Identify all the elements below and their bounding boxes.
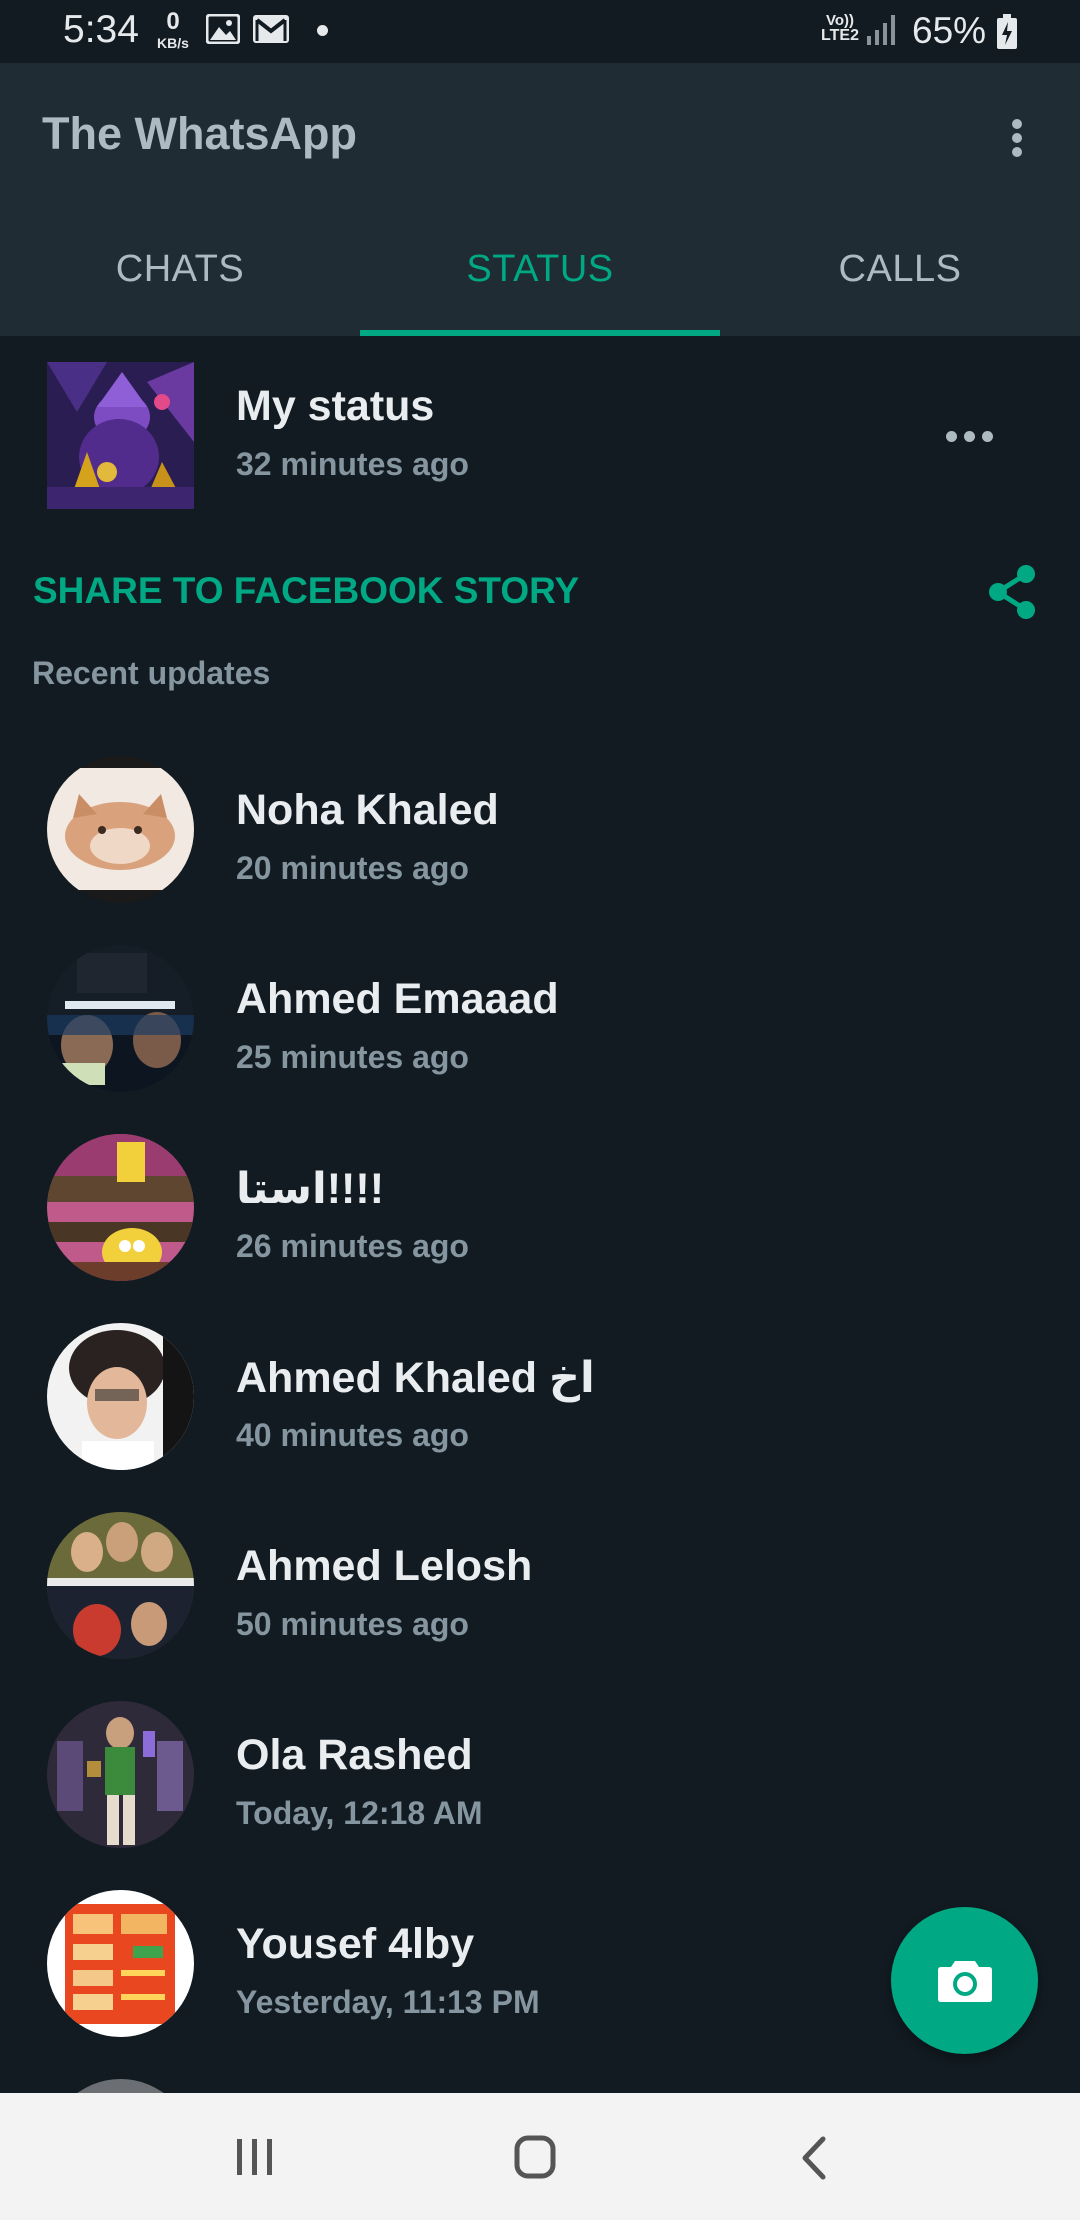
gmail-notification-icon bbox=[252, 14, 290, 49]
my-status-row[interactable]: My status 32 minutes ago bbox=[0, 336, 1080, 526]
avatar[interactable] bbox=[47, 1512, 194, 1659]
status-item[interactable]: Ola Rashed Today, 12:18 AM bbox=[0, 1685, 1080, 1874]
app-bar: The WhatsApp bbox=[0, 63, 1080, 210]
status-item[interactable]: Ahmed Emaaad 25 minutes ago bbox=[0, 929, 1080, 1118]
status-bar: 5:34 0 KB/s Vo)) LTE2 65% bbox=[0, 0, 1080, 63]
app-title: The WhatsApp bbox=[42, 108, 357, 159]
share-facebook-story-row[interactable]: SHARE TO FACEBOOK STORY bbox=[0, 560, 1080, 630]
avatar[interactable] bbox=[47, 1890, 194, 2037]
more-horiz-icon[interactable] bbox=[944, 426, 996, 446]
gallery-notification-icon bbox=[205, 13, 241, 49]
status-item[interactable]: Ahmed Khaled اخ 40 minutes ago bbox=[0, 1307, 1080, 1496]
contact-name: Ahmed Lelosh bbox=[236, 1542, 533, 1590]
status-time: Today, 12:18 AM bbox=[236, 1795, 483, 1831]
my-status-time: 32 minutes ago bbox=[236, 446, 469, 482]
status-time: 26 minutes ago bbox=[236, 1228, 469, 1264]
recent-updates-header: Recent updates bbox=[32, 655, 271, 691]
net-speed-value: 0 bbox=[166, 8, 180, 35]
status-time: 50 minutes ago bbox=[236, 1606, 469, 1642]
avatar[interactable] bbox=[47, 1701, 194, 1848]
avatar[interactable] bbox=[47, 1323, 194, 1470]
status-item[interactable]: Ahmed Lelosh 50 minutes ago bbox=[0, 1496, 1080, 1685]
contact-name: Yousef 4lby bbox=[236, 1920, 475, 1968]
clock: 5:34 bbox=[63, 8, 139, 51]
status-item[interactable]: استا!!!! 26 minutes ago bbox=[0, 1118, 1080, 1307]
status-time: 20 minutes ago bbox=[236, 850, 469, 886]
tab-status-label: STATUS bbox=[466, 248, 614, 290]
status-time: Yesterday, 11:13 PM bbox=[236, 1984, 540, 2020]
system-nav-bar bbox=[0, 2093, 1080, 2220]
status-item[interactable]: Noha Khaled 20 minutes ago bbox=[0, 740, 1080, 929]
notification-dot-icon bbox=[317, 25, 328, 36]
avatar[interactable] bbox=[47, 2079, 194, 2093]
recents-icon[interactable] bbox=[225, 2133, 285, 2183]
back-icon[interactable] bbox=[785, 2133, 845, 2183]
share-facebook-story-label: SHARE TO FACEBOOK STORY bbox=[33, 570, 580, 611]
my-status-thumbnail[interactable] bbox=[47, 362, 194, 509]
camera-fab-button[interactable] bbox=[891, 1907, 1038, 2054]
tab-bar: CHATS STATUS CALLS bbox=[0, 210, 1080, 336]
contact-name: Ahmed Khaled اخ bbox=[236, 1354, 595, 1402]
more-vert-icon[interactable] bbox=[990, 111, 1044, 165]
network-type: Vo)) LTE2 bbox=[821, 12, 859, 44]
camera-icon bbox=[938, 1961, 992, 2002]
status-item-partial[interactable] bbox=[0, 2063, 1080, 2093]
status-time: 25 minutes ago bbox=[236, 1039, 469, 1075]
share-icon[interactable] bbox=[986, 564, 1038, 620]
contact-name: Ahmed Emaaad bbox=[236, 975, 559, 1023]
contact-name: استا!!!! bbox=[236, 1165, 385, 1213]
tab-status[interactable]: STATUS bbox=[360, 210, 720, 336]
my-status-name: My status bbox=[236, 382, 435, 430]
battery-percent: 65% bbox=[912, 10, 987, 51]
home-icon[interactable] bbox=[505, 2133, 565, 2183]
avatar[interactable] bbox=[47, 1134, 194, 1281]
battery-charging-icon bbox=[996, 14, 1018, 55]
contact-name: Noha Khaled bbox=[236, 786, 499, 834]
tab-calls[interactable]: CALLS bbox=[720, 210, 1080, 336]
tab-chats[interactable]: CHATS bbox=[0, 210, 360, 336]
avatar[interactable] bbox=[47, 945, 194, 1092]
net-speed: 0 KB/s bbox=[150, 8, 196, 51]
net-speed-unit: KB/s bbox=[157, 35, 189, 51]
signal-icon bbox=[866, 14, 896, 51]
status-time: 40 minutes ago bbox=[236, 1417, 469, 1453]
contact-name: Ola Rashed bbox=[236, 1731, 473, 1779]
avatar[interactable] bbox=[47, 756, 194, 903]
